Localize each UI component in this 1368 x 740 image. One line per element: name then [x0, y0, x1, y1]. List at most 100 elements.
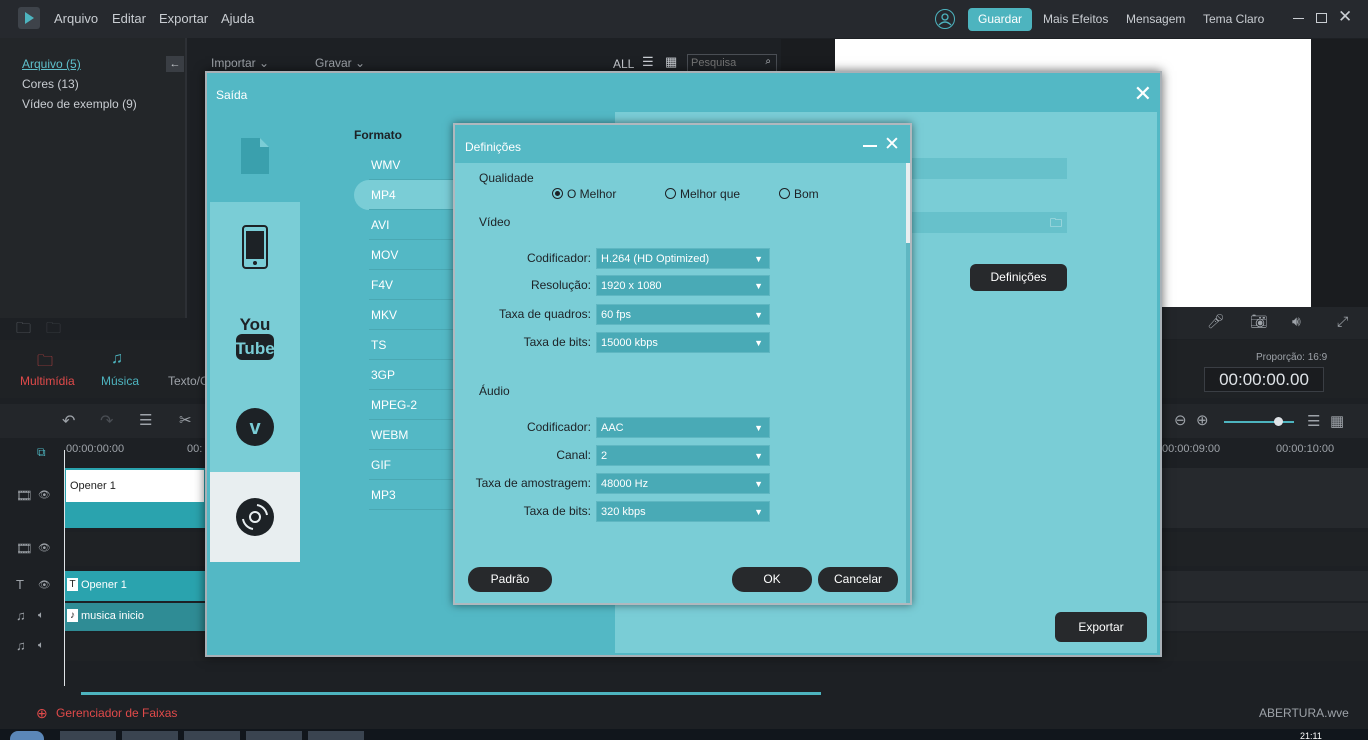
quality-good-radio[interactable]: [779, 188, 790, 199]
settings-scrollbar-thumb[interactable]: [906, 163, 910, 243]
tab-musica[interactable]: Música: [101, 374, 139, 388]
more-effects-link[interactable]: Mais Efeitos: [1043, 12, 1108, 26]
redo-icon[interactable]: ↷: [100, 411, 113, 431]
chevron-down-icon: ▼: [754, 451, 763, 461]
layout-grid-icon[interactable]: ▦: [1330, 412, 1344, 430]
horizontal-scrollbar[interactable]: [81, 692, 821, 695]
speaker-icon-2[interactable]: 🔈︎: [38, 640, 44, 651]
location-field[interactable]: 🗀: [907, 212, 1067, 233]
folder-browse-icon[interactable]: 🗀: [1050, 214, 1062, 235]
close-icon[interactable]: ✕: [1338, 7, 1352, 27]
eye-icon-3[interactable]: 👁︎: [38, 580, 51, 591]
taskbar-app-3[interactable]: [184, 731, 240, 740]
video-encoder-select[interactable]: H.264 (HD Optimized) ▼: [596, 248, 770, 269]
quality-better-label[interactable]: Melhor que: [680, 187, 740, 201]
side-tab-dvd[interactable]: [210, 472, 300, 562]
library-item-arquivo[interactable]: Arquivo (5): [22, 57, 81, 71]
grid-view-icon[interactable]: ▦: [665, 54, 677, 70]
folder-icon[interactable]: 🗀: [37, 350, 53, 377]
track-list-icon[interactable]: ☰: [1307, 412, 1320, 430]
message-link[interactable]: Mensagem: [1126, 12, 1185, 26]
frame-rate-select[interactable]: 60 fps ▼: [596, 304, 770, 325]
music-note-icon[interactable]: ♫: [111, 350, 123, 368]
quality-better-radio[interactable]: [665, 188, 676, 199]
audio-bitrate-select[interactable]: 320 kbps ▼: [596, 501, 770, 522]
track-manager-icon[interactable]: ⊕: [36, 705, 48, 722]
audio-clip[interactable]: ♪ musica inicio: [64, 603, 206, 631]
search-box[interactable]: ⌕: [687, 54, 777, 72]
theme-link[interactable]: Tema Claro: [1203, 12, 1264, 26]
eye-icon-2[interactable]: 👁︎: [38, 543, 51, 554]
quality-good-label[interactable]: Bom: [794, 187, 819, 201]
video-bitrate-select[interactable]: 15000 kbps ▼: [596, 332, 770, 353]
menu-ajuda[interactable]: Ajuda: [221, 11, 254, 26]
audio-heading: Áudio: [479, 384, 510, 398]
resolution-select[interactable]: 1920 x 1080 ▼: [596, 275, 770, 296]
zoom-slider-track[interactable]: [1224, 421, 1294, 423]
tab-multimidia[interactable]: Multimídia: [20, 374, 75, 388]
quality-best-label[interactable]: O Melhor: [567, 187, 616, 201]
taskbar-app-1[interactable]: [60, 731, 116, 740]
search-icon[interactable]: ⌕: [765, 56, 771, 67]
save-button[interactable]: Guardar: [968, 8, 1032, 31]
playhead[interactable]: [64, 450, 65, 686]
settings-minimize-icon[interactable]: [863, 145, 877, 147]
channel-select[interactable]: 2 ▼: [596, 445, 770, 466]
taskbar-app-4[interactable]: [246, 731, 302, 740]
snap-icon[interactable]: ⧉: [37, 445, 46, 460]
scissors-icon[interactable]: ✂: [179, 411, 192, 429]
name-field[interactable]: [907, 158, 1067, 179]
zoom-in-icon[interactable]: ⊕: [1196, 411, 1209, 429]
fullscreen-icon[interactable]: ⤢: [1337, 313, 1348, 330]
library-item-cores[interactable]: Cores (13): [22, 77, 79, 91]
filter-all[interactable]: ALL: [613, 57, 634, 71]
menu-exportar[interactable]: Exportar: [159, 11, 208, 26]
settings-button[interactable]: Definições: [970, 264, 1067, 291]
side-tab-device[interactable]: [210, 202, 300, 292]
music-track-icon: ♫: [16, 608, 26, 623]
microphone-icon[interactable]: 🎤︎: [1207, 313, 1225, 330]
adjust-icon[interactable]: ☰: [139, 411, 152, 429]
list-view-icon[interactable]: ☰: [642, 54, 654, 70]
track-manager-link[interactable]: Gerenciador de Faixas: [56, 706, 177, 720]
import-dropdown[interactable]: Importar ⌄: [211, 56, 269, 70]
title-clip[interactable]: T Opener 1: [64, 571, 206, 601]
collapse-panel-button[interactable]: ←: [166, 56, 184, 72]
tab-texto[interactable]: Texto/C: [168, 374, 209, 388]
taskbar-app-2[interactable]: [122, 731, 178, 740]
camera-icon[interactable]: 📷︎: [1250, 313, 1268, 330]
taskbar-app-5[interactable]: [308, 731, 364, 740]
format-heading: Formato: [354, 128, 402, 142]
quality-best-radio[interactable]: [552, 188, 563, 199]
side-tab-youtube[interactable]: You Tube: [210, 292, 300, 382]
zoom-slider-thumb[interactable]: [1274, 417, 1283, 426]
library-item-video[interactable]: Vídeo de exemplo (9): [22, 97, 137, 111]
menu-arquivo[interactable]: Arquivo: [54, 11, 98, 26]
side-tab-local[interactable]: [210, 112, 300, 202]
eye-icon-1[interactable]: 👁︎: [38, 490, 51, 501]
search-input[interactable]: [688, 55, 758, 71]
export-close-icon[interactable]: ✕: [1134, 81, 1152, 107]
volume-icon[interactable]: 🔊︎: [1292, 313, 1301, 330]
ok-button[interactable]: OK: [732, 567, 812, 592]
account-icon[interactable]: [935, 9, 955, 29]
sample-rate-select[interactable]: 48000 Hz ▼: [596, 473, 770, 494]
audio-encoder-value: AAC: [601, 422, 624, 434]
maximize-icon[interactable]: [1316, 13, 1327, 23]
record-dropdown[interactable]: Gravar ⌄: [315, 56, 365, 70]
minimize-icon[interactable]: [1293, 18, 1304, 19]
video-encoder-label: Codificador:: [526, 251, 591, 265]
menu-editar[interactable]: Editar: [112, 11, 146, 26]
settings-close-icon[interactable]: ✕: [884, 133, 900, 156]
cancel-button[interactable]: Cancelar: [818, 567, 898, 592]
svg-text:v: v: [249, 417, 261, 439]
zoom-out-icon[interactable]: ⊖: [1174, 411, 1187, 429]
audio-encoder-select[interactable]: AAC ▼: [596, 417, 770, 438]
default-button[interactable]: Padrão: [468, 567, 552, 592]
export-button[interactable]: Exportar: [1055, 612, 1147, 642]
undo-icon[interactable]: ↶: [62, 411, 75, 431]
video-clip[interactable]: Opener 1: [64, 468, 206, 528]
side-tab-vimeo[interactable]: v: [210, 382, 300, 472]
speaker-icon-1[interactable]: 🔈︎: [38, 610, 44, 621]
start-button[interactable]: [10, 731, 44, 740]
